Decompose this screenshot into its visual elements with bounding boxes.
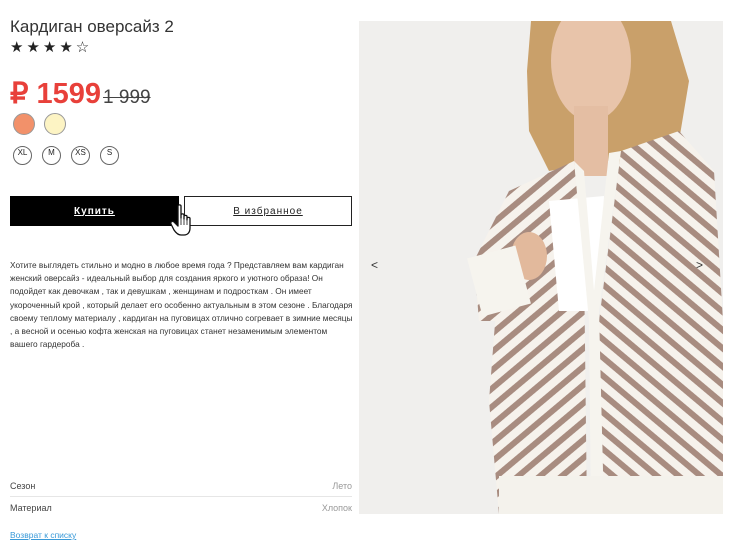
product-title: Кардиган оверсайз 2 [10,17,174,36]
gallery-prev-button[interactable]: < [371,258,378,272]
old-price: 1 999 [103,87,151,108]
spec-row-season: Сезон Лето [10,475,352,497]
color-swatch-orange[interactable] [13,113,35,135]
product-photo-image [359,21,723,514]
spec-key: Сезон [10,480,36,491]
buy-button[interactable]: Купить [10,196,179,226]
hand-pointer-cursor-icon [170,204,191,236]
spec-key: Материал [10,502,52,513]
product-description: Хотите выглядеть стильно и модно в любое… [10,260,353,350]
size-option-s[interactable]: S [100,146,119,165]
back-to-list-link[interactable]: Возврат к списку [10,530,76,540]
price-row: ₽ 1599 1 999 [10,76,151,111]
spec-value: Хлопок [321,502,352,513]
size-option-xl[interactable]: XL [13,146,32,165]
current-price: ₽ 1599 [10,78,102,110]
size-options: XL M XS S [13,146,119,165]
color-options [13,113,66,135]
add-to-favorites-button[interactable]: В избранное [184,196,352,226]
color-swatch-cream[interactable] [44,113,66,135]
size-option-xs[interactable]: XS [71,146,90,165]
spec-row-material: Материал Хлопок [10,497,352,518]
spec-value: Лето [332,480,352,491]
product-photo [359,21,723,514]
rating-stars: ★★★★☆ [10,39,93,56]
size-option-m[interactable]: M [42,146,61,165]
gallery-next-button[interactable]: > [696,258,703,272]
